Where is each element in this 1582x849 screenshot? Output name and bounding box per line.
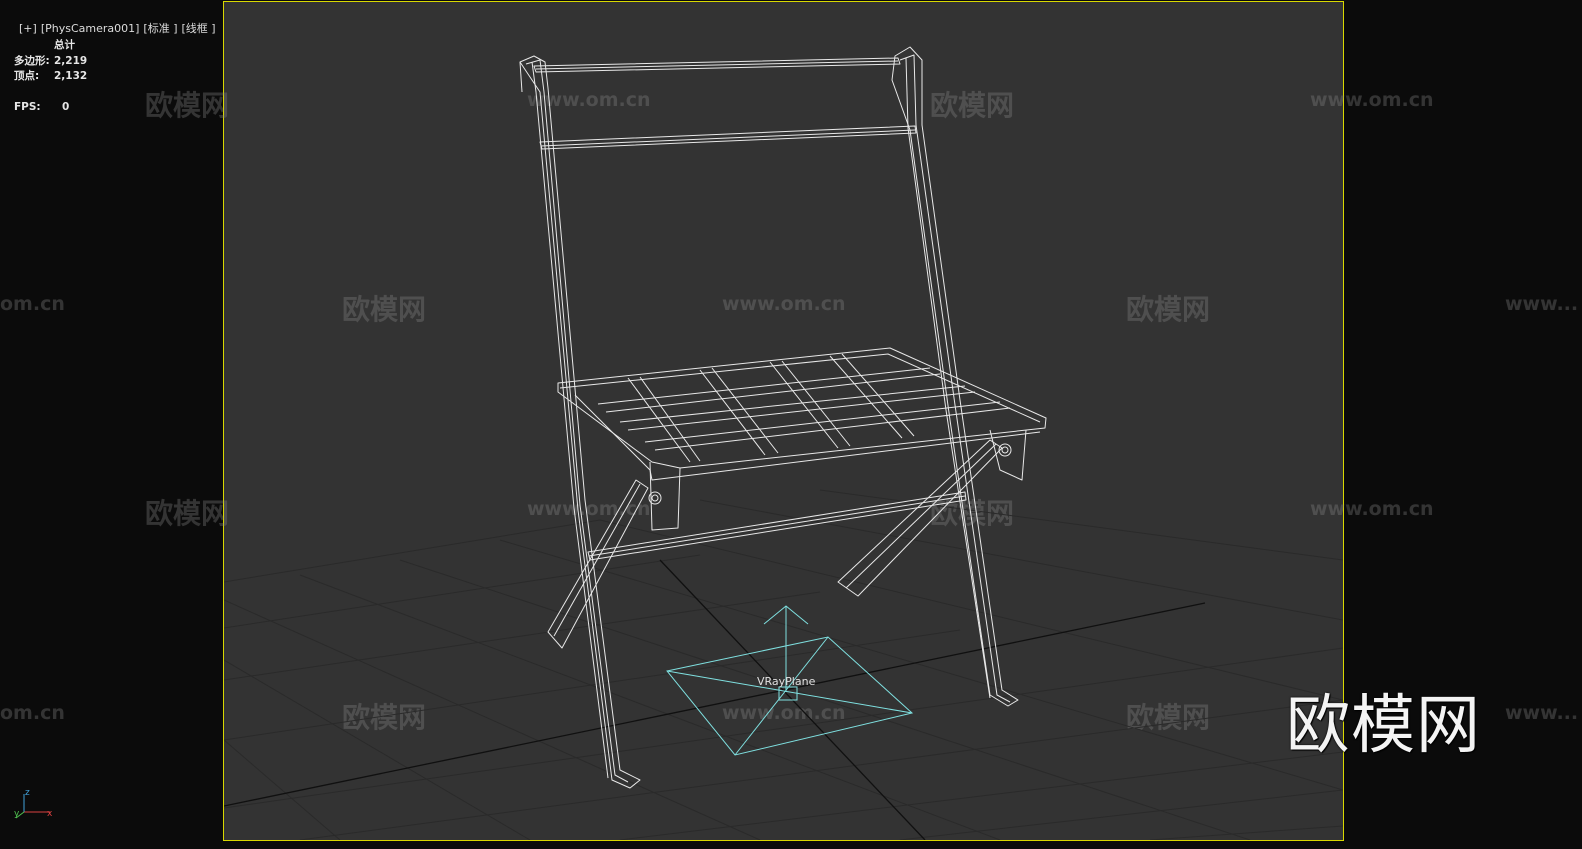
stats-label-polygons: 多边形:: [14, 54, 50, 67]
viewport-menu-general[interactable]: [+]: [19, 22, 37, 35]
stats-value-vertices: 2,132: [54, 70, 88, 82]
stats-value-fps: 0: [62, 100, 70, 113]
site-logo-watermark: 欧模网: [1286, 689, 1481, 763]
gizmo-x-label: x: [47, 809, 53, 819]
viewport-menu-shading-standard[interactable]: [标准 ]: [143, 22, 177, 35]
viewport-menu-display-wireframe[interactable]: [线框 ]: [182, 22, 216, 35]
gizmo-z-label: z: [25, 788, 30, 798]
viewport-menu-camera[interactable]: [PhysCamera001]: [41, 22, 140, 35]
stats-label-fps: FPS:: [14, 100, 41, 113]
stats-header: 总计: [54, 39, 75, 51]
viewport-statistics: 总计 多边形: 2,219 顶点: 2,132 FPS: 0: [14, 38, 87, 115]
stats-value-polygons: 2,219: [54, 54, 88, 67]
axis-gizmo: [15, 794, 50, 819]
gizmo-y-label: y: [14, 809, 20, 819]
viewport-canvas[interactable]: 欧模网 www.om.cn 欧模网 www.om.cn om.cn 欧模网 ww…: [0, 0, 1582, 849]
vray-plane-label: VRayPlane: [757, 675, 816, 688]
home-grid: [224, 489, 1343, 840]
stats-label-vertices: 顶点:: [14, 70, 40, 82]
